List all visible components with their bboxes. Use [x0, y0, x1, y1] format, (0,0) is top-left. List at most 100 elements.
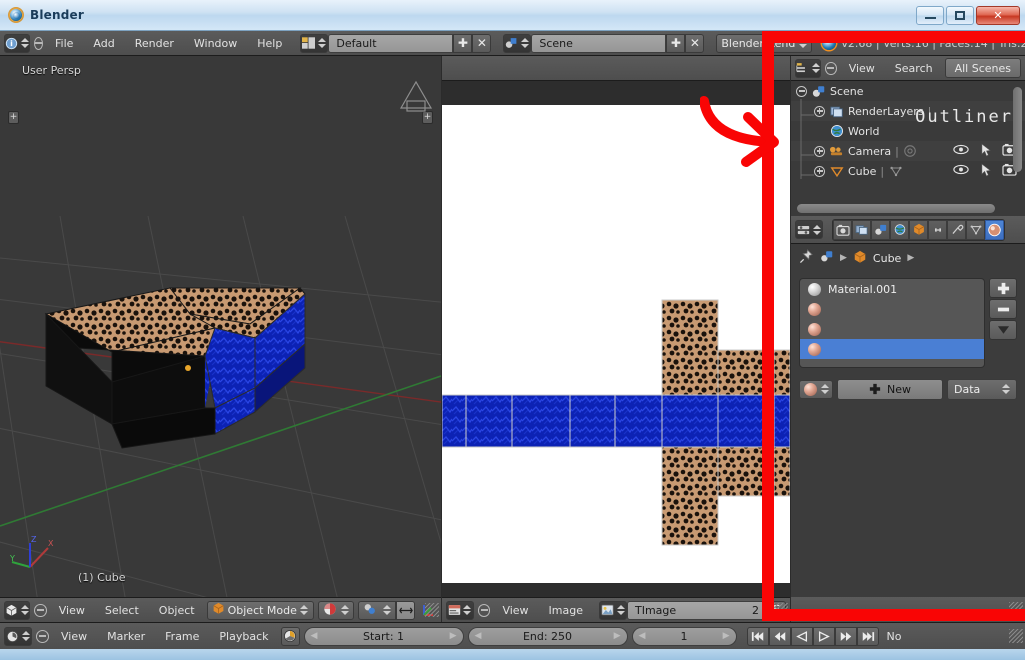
timeline-menu-marker[interactable]: Marker: [99, 624, 153, 649]
area-resize-grip[interactable]: [1009, 602, 1023, 616]
render-engine-select[interactable]: Blender Rend: [716, 33, 813, 53]
browse-material-icon[interactable]: [799, 379, 833, 399]
menu-add[interactable]: Add: [85, 31, 122, 56]
increase-arrow-icon[interactable]: ▶: [723, 631, 730, 641]
properties-editor-arrows[interactable]: [812, 222, 821, 237]
material-slot-row[interactable]: [800, 319, 984, 339]
properties-editor-icon[interactable]: [795, 220, 823, 239]
render-tab-icon[interactable]: [833, 219, 852, 240]
outliner-tree[interactable]: Scene RenderLayers | World Camera | Cube…: [791, 81, 1025, 216]
viewport-menu-view[interactable]: View: [51, 598, 93, 623]
timeline-menu-view[interactable]: View: [53, 624, 95, 649]
uv-image-editor[interactable]: [442, 56, 790, 597]
timeline-menu-frame[interactable]: Frame: [157, 624, 207, 649]
material-link-select[interactable]: Data: [947, 378, 1017, 400]
frame-start-field[interactable]: ◀ Start: 1 ▶: [303, 626, 464, 646]
play-forward-skip-button[interactable]: [834, 626, 857, 646]
collapse-menu-icon[interactable]: [36, 629, 49, 643]
material-tab-icon[interactable]: [985, 219, 1004, 240]
collapse-menu-icon[interactable]: [825, 61, 837, 75]
viewport-toolshelf-handle[interactable]: +: [8, 111, 19, 124]
uv-menu-view[interactable]: View: [494, 598, 536, 623]
object-tab-icon[interactable]: [909, 219, 928, 240]
uv-image-canvas[interactable]: [442, 105, 790, 583]
uv-editor-arrows[interactable]: [463, 603, 472, 618]
constraints-tab-icon[interactable]: [928, 219, 947, 240]
collapse-menu-icon[interactable]: [34, 36, 43, 50]
material-slot-list[interactable]: Material.001: [799, 278, 985, 368]
interaction-mode-select[interactable]: Object Mode: [206, 600, 314, 620]
area-resize-grip[interactable]: [425, 603, 439, 617]
material-slot-row[interactable]: [800, 299, 984, 319]
cursor-selectable-icon[interactable]: [981, 162, 992, 180]
frame-end-field[interactable]: ◀ End: 250 ▶: [467, 626, 628, 646]
snap-magnet-icon[interactable]: [396, 600, 416, 620]
scene-arrows[interactable]: [520, 36, 529, 51]
increase-arrow-icon[interactable]: ▶: [450, 631, 457, 641]
timeline-editor-arrows[interactable]: [21, 629, 30, 644]
material-slot-row-selected[interactable]: [800, 339, 984, 359]
play-forward-button[interactable]: [812, 626, 835, 646]
collapse-menu-icon[interactable]: [477, 603, 491, 617]
viewport-menu-select[interactable]: Select: [97, 598, 147, 623]
timeline-editor-icon[interactable]: [4, 626, 32, 646]
area-resize-grip[interactable]: [1009, 629, 1023, 643]
play-reverse-button[interactable]: [790, 626, 813, 646]
jump-to-end-button[interactable]: [856, 626, 879, 646]
image-name-field[interactable]: TImage 2: [627, 600, 767, 620]
shading-arrows[interactable]: [340, 603, 349, 618]
outliner-display-mode[interactable]: All Scenes: [944, 58, 1021, 78]
render-layers-tab-icon[interactable]: [852, 219, 871, 240]
menu-help[interactable]: Help: [249, 31, 290, 56]
new-material-button[interactable]: New: [837, 378, 943, 400]
uv-image-editor-icon[interactable]: [446, 600, 474, 620]
pivot-point-select[interactable]: [358, 600, 397, 620]
outliner-editor[interactable]: View Search All Scenes Scene RenderLayer…: [791, 56, 1025, 216]
menu-file[interactable]: File: [47, 31, 81, 56]
3d-view-editor-icon[interactable]: [4, 600, 31, 620]
pivot-arrows[interactable]: [382, 603, 391, 618]
area-resize-grip[interactable]: [774, 603, 788, 617]
remove-slot-button[interactable]: [989, 299, 1017, 319]
sync-playback-icon[interactable]: [280, 626, 300, 646]
outliner-horizontal-scrollbar[interactable]: [797, 204, 995, 213]
decrease-arrow-icon[interactable]: ◀: [311, 631, 318, 641]
viewport-shading-select[interactable]: [317, 600, 355, 620]
decrease-arrow-icon[interactable]: ◀: [639, 631, 646, 641]
object-data-tab-icon[interactable]: [966, 219, 985, 240]
browse-material-arrows[interactable]: [820, 382, 829, 397]
close-button[interactable]: ✕: [976, 5, 1020, 25]
collapse-menu-icon[interactable]: [34, 603, 47, 617]
current-frame-field[interactable]: ◀ 1 ▶: [631, 626, 737, 646]
outliner-menu-search[interactable]: Search: [887, 56, 941, 81]
info-editor-icon[interactable]: [4, 33, 30, 53]
viewport-menu-object[interactable]: Object: [151, 598, 203, 623]
eye-visibility-icon[interactable]: [953, 164, 969, 178]
play-reverse-skip-button[interactable]: [768, 626, 791, 646]
scene-tab-icon[interactable]: [871, 219, 890, 240]
layout-arrows[interactable]: [317, 36, 326, 51]
add-layout-button[interactable]: ✚: [453, 33, 473, 53]
image-datablock-icon[interactable]: [599, 600, 627, 620]
decrease-arrow-icon[interactable]: ◀: [475, 631, 482, 641]
add-scene-button[interactable]: ✚: [666, 33, 686, 53]
minimize-button[interactable]: [916, 5, 944, 25]
world-tab-icon[interactable]: [890, 219, 909, 240]
modifiers-tab-icon[interactable]: [947, 219, 966, 240]
material-slot-row[interactable]: Material.001: [800, 279, 984, 299]
3d-viewport[interactable]: User Persp (1) Cube X Y Z + +: [0, 56, 441, 597]
material-link-arrows[interactable]: [1001, 382, 1010, 397]
slot-specials-button[interactable]: [989, 320, 1017, 340]
screen-layout-icon[interactable]: [300, 33, 329, 53]
eye-visibility-icon[interactable]: [953, 144, 969, 158]
maximize-button[interactable]: [946, 5, 974, 25]
interaction-mode-arrows[interactable]: [300, 603, 309, 618]
image-browse-arrows[interactable]: [616, 603, 625, 618]
scene-icon[interactable]: [503, 33, 532, 53]
uv-menu-image[interactable]: Image: [541, 598, 591, 623]
outliner-menu-view[interactable]: View: [841, 56, 883, 81]
viewport-editor-arrows[interactable]: [20, 603, 29, 618]
pin-icon[interactable]: [799, 249, 814, 267]
screen-layout-field[interactable]: Default: [328, 33, 454, 53]
properties-editor[interactable]: ▶ Cube ▶ Material.001 New Data: [791, 216, 1025, 597]
